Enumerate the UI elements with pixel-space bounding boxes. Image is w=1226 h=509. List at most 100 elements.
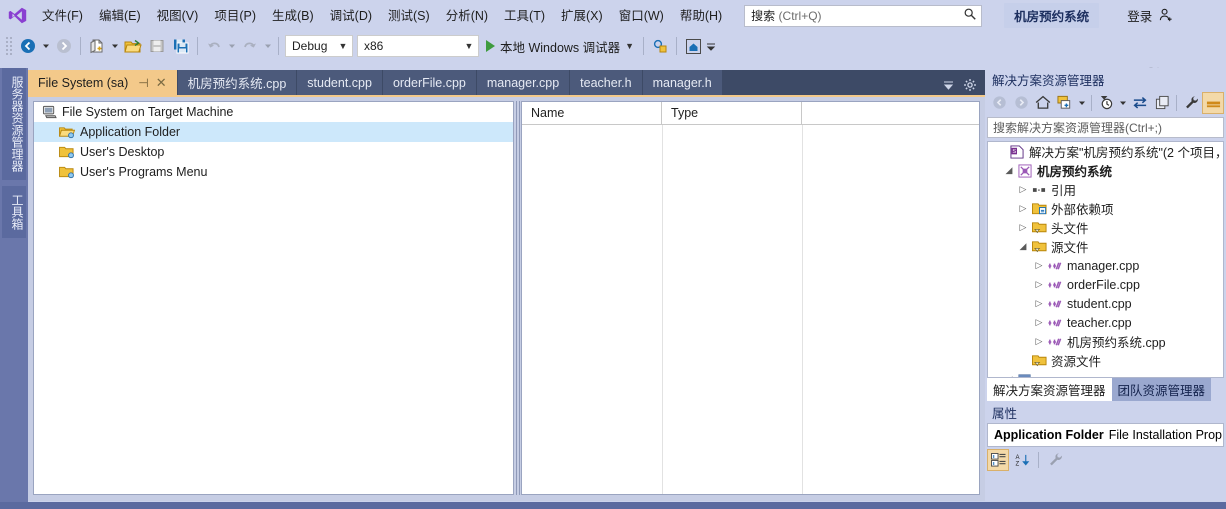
tab-list-dropdown-icon[interactable] [942, 79, 955, 95]
menu-item-extensions[interactable]: 扩展(X) [553, 4, 611, 28]
document-tab-teacher-h[interactable]: teacher.h [570, 70, 641, 95]
new-project-caret-icon[interactable] [109, 34, 121, 58]
status-bar [0, 502, 1226, 509]
document-tab-orderfile-cpp[interactable]: orderFile.cpp [383, 70, 476, 95]
menu-item-tools[interactable]: 工具(T) [496, 4, 553, 28]
start-debugging-button[interactable]: 本地 Windows 调试器 ▼ [481, 34, 639, 59]
node-file-student-cpp[interactable]: ▷ student.cpp [988, 294, 1223, 313]
tree-item-users-desktop[interactable]: User's Desktop [34, 142, 513, 162]
node-external-dependencies[interactable]: ▷ 外部依赖项 [988, 199, 1223, 218]
quick-search-input[interactable]: 搜索 (Ctrl+Q) [744, 5, 982, 27]
open-file-icon[interactable] [121, 34, 145, 58]
chevron-down-icon[interactable]: ▼ [625, 41, 634, 51]
expander-collapsed-icon[interactable]: ▷ [1016, 203, 1030, 214]
history-filter-icon[interactable] [1095, 92, 1117, 114]
tree-item-application-folder[interactable]: Application Folder [34, 122, 513, 142]
expander-collapsed-icon[interactable]: ▷ [1032, 317, 1046, 328]
node-header-files[interactable]: ▷ 头文件 [988, 218, 1223, 237]
pin-icon[interactable]: ⊣ [138, 76, 148, 90]
navigate-forward-icon[interactable] [52, 34, 76, 58]
close-icon[interactable]: ✕ [156, 75, 167, 91]
expander-expanded-icon[interactable]: ◢ [1016, 241, 1030, 252]
document-tab-manager-h[interactable]: manager.h [643, 70, 722, 95]
column-header-type[interactable]: Type [662, 102, 802, 124]
sidebar-tab-server-explorer[interactable]: 服务器资源管理器 [2, 68, 26, 180]
home-icon[interactable] [681, 34, 705, 58]
node-file-orderfile-cpp[interactable]: ▷ orderFile.cpp [988, 275, 1223, 294]
node-source-files[interactable]: ◢ 源文件 [988, 237, 1223, 256]
property-pages-wrench-icon[interactable] [1044, 449, 1066, 471]
expander-collapsed-icon[interactable]: ▷ [1032, 336, 1046, 347]
node-references[interactable]: ▷ 引用 [988, 180, 1223, 199]
node-file-teacher-cpp[interactable]: ▷ teacher.cpp [988, 313, 1223, 332]
navigate-forward-icon[interactable] [1010, 92, 1032, 114]
menu-item-debug[interactable]: 调试(D) [322, 4, 380, 28]
sidebar-tab-toolbox[interactable]: 工具箱 [2, 186, 26, 238]
solution-node[interactable]: S 解决方案"机房预约系统"(2 个项目，共 [988, 142, 1223, 161]
expander-collapsed-icon[interactable]: ▷ [1032, 279, 1046, 290]
tree-item-target-machine[interactable]: File System on Target Machine [34, 102, 513, 122]
chevron-down-icon[interactable] [1117, 91, 1129, 115]
document-tab-manager-cpp[interactable]: manager.cpp [477, 70, 569, 95]
project-node-jifang[interactable]: ◢ 机房预约系统 [988, 161, 1223, 180]
menu-item-analyze[interactable]: 分析(N) [438, 4, 496, 28]
solution-explorer-search-input[interactable]: 搜索解决方案资源管理器(Ctrl+;) [987, 117, 1224, 138]
sync-with-active-document-icon[interactable] [1129, 92, 1151, 114]
expander-expanded-icon[interactable]: ◢ [1002, 165, 1016, 176]
save-all-icon[interactable] [169, 34, 193, 58]
solution-configuration-combo[interactable]: Debug ▼ [285, 35, 353, 57]
expander-collapsed-icon[interactable]: ▷ [1032, 260, 1046, 271]
node-file-manager-cpp[interactable]: ▷ manager.cpp [988, 256, 1223, 275]
menu-item-build[interactable]: 生成(B) [264, 4, 322, 28]
properties-wrench-icon[interactable] [1180, 92, 1202, 114]
menu-item-window[interactable]: 窗口(W) [611, 4, 672, 28]
show-all-files-icon[interactable] [1202, 92, 1224, 114]
menu-item-help[interactable]: 帮助(H) [672, 4, 730, 28]
navigate-back-icon[interactable] [16, 34, 40, 58]
dock-tab-team-explorer[interactable]: 团队资源管理器 [1112, 378, 1212, 401]
alphabetical-sort-icon[interactable]: AZ [1011, 449, 1033, 471]
toolbar-grip[interactable] [4, 35, 14, 57]
node-file-jifang-cpp[interactable]: ▷ 机房预约系统.cpp [988, 332, 1223, 351]
menu-item-edit[interactable]: 编辑(E) [91, 4, 149, 28]
document-tab-file-system[interactable]: File System (sa) ⊣ ✕ [28, 70, 177, 95]
node-resource-files[interactable]: 资源文件 [988, 351, 1223, 370]
expander-expanded-icon[interactable]: ◢ [1002, 374, 1016, 378]
new-project-icon[interactable] [85, 34, 109, 58]
solution-platform-combo[interactable]: x86 ▼ [357, 35, 479, 57]
navigate-back-icon[interactable] [988, 92, 1010, 114]
column-header-name[interactable]: Name [522, 102, 662, 124]
navigate-back-caret-icon[interactable] [40, 34, 52, 58]
refresh-icon[interactable] [1151, 92, 1173, 114]
redo-icon[interactable] [238, 34, 262, 58]
dock-tab-solution-explorer[interactable]: 解决方案资源管理器 [987, 378, 1112, 401]
file-system-contents-pane[interactable]: Name Type [521, 101, 980, 495]
document-tab-jifang-cpp[interactable]: 机房预约系统.cpp [178, 70, 297, 95]
expander-collapsed-icon[interactable]: ▷ [1016, 222, 1030, 233]
undo-caret-icon[interactable] [226, 34, 238, 58]
undo-icon[interactable] [202, 34, 226, 58]
document-tab-strip: File System (sa) ⊣ ✕ 机房预约系统.cpp student.… [28, 70, 985, 95]
toolbar-overflow-icon[interactable] [705, 34, 717, 58]
save-icon[interactable] [145, 34, 169, 58]
pending-changes-filter-icon[interactable] [1054, 92, 1076, 114]
expander-collapsed-icon[interactable]: ▷ [1032, 298, 1046, 309]
find-in-files-icon[interactable] [648, 34, 672, 58]
document-tab-student-cpp[interactable]: student.cpp [297, 70, 382, 95]
active-project-chip[interactable]: 机房预约系统 [1004, 3, 1099, 28]
file-system-tree-pane[interactable]: File System on Target Machine Applicatio… [33, 101, 514, 495]
gear-icon[interactable] [963, 78, 977, 95]
categorized-view-icon[interactable] [987, 449, 1009, 471]
menu-item-project[interactable]: 项目(P) [206, 4, 264, 28]
menu-item-file[interactable]: 文件(F) [34, 4, 91, 28]
solution-explorer-tree[interactable]: S 解决方案"机房预约系统"(2 个项目，共 ◢ 机房预约系统 ▷ 引用 ▷ [987, 141, 1224, 378]
redo-caret-icon[interactable] [262, 34, 274, 58]
sign-in-button[interactable]: 登录 [1127, 6, 1173, 25]
project-node-sa[interactable]: ◢ sa [988, 370, 1223, 378]
tree-item-users-programs-menu[interactable]: User's Programs Menu [34, 162, 513, 182]
expander-collapsed-icon[interactable]: ▷ [1016, 184, 1030, 195]
menu-item-view[interactable]: 视图(V) [149, 4, 207, 28]
home-icon[interactable] [1032, 92, 1054, 114]
menu-item-test[interactable]: 测试(S) [380, 4, 438, 28]
chevron-down-icon[interactable] [1076, 91, 1088, 115]
